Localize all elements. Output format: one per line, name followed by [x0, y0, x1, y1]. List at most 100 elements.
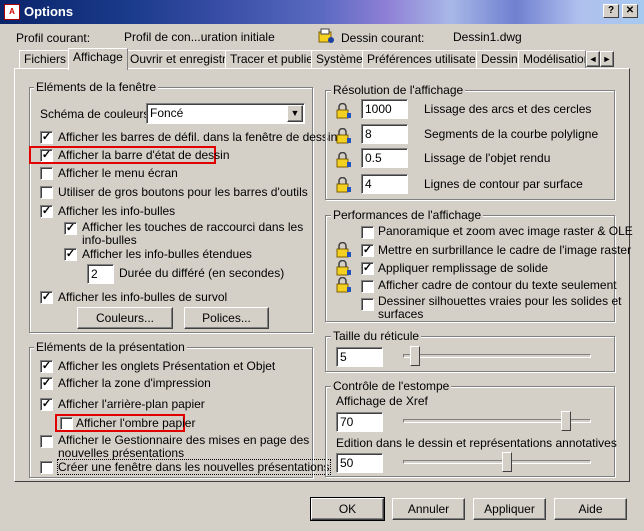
- window-title: Options: [24, 4, 74, 19]
- create-viewport-label: Créer une fenêtre dans les nouvelles pré…: [57, 459, 331, 475]
- color-scheme-label: Schéma de couleurs:: [40, 107, 153, 121]
- tab-tracer-publier[interactable]: Tracer et publier: [225, 50, 322, 68]
- lock-icon: [336, 242, 351, 258]
- layout-tabs-checkbox[interactable]: ✓: [40, 360, 53, 373]
- crosshair-title: Taille du réticule: [331, 329, 422, 343]
- inplace-fade-label: Edition dans le dessin et représentation…: [336, 436, 617, 450]
- scrollbars-checkbox[interactable]: ✓: [40, 131, 53, 144]
- lock-icon: [336, 260, 351, 276]
- screen-menu-checkbox[interactable]: [40, 167, 53, 180]
- large-buttons-label: Utiliser de gros boutons pour les barres…: [58, 185, 308, 199]
- drawing-value: Dessin1.dwg: [453, 30, 522, 44]
- extended-tooltips-label: Afficher les info-bulles étendues: [82, 247, 252, 261]
- arc-smoothness-label: Lissage des arcs et des cercles: [424, 102, 592, 116]
- tab-systeme[interactable]: Système: [311, 50, 368, 68]
- cancel-button[interactable]: Annuler: [392, 498, 465, 520]
- rollover-checkbox[interactable]: ✓: [40, 291, 53, 304]
- delay-input[interactable]: 2: [87, 264, 114, 284]
- title-bar: A Options ? ✕: [0, 0, 644, 24]
- polyline-segments-input[interactable]: 8: [361, 124, 408, 144]
- shortcut-keys-checkbox[interactable]: ✓: [64, 222, 77, 235]
- window-elements-title: Eléments de la fenêtre: [34, 80, 159, 94]
- chevron-down-icon[interactable]: ▼: [287, 105, 303, 122]
- paper-shadow-label: Afficher l'ombre papier: [76, 416, 196, 430]
- help-button[interactable]: Aide: [554, 498, 627, 520]
- profile-value: Profil de con...uration initiale: [124, 30, 275, 44]
- inplace-fade-input[interactable]: 50: [336, 453, 383, 473]
- silhouettes-label: Dessiner silhouettes vraies pour les sol…: [378, 294, 622, 308]
- highlight-raster-frame-checkbox[interactable]: ✓: [361, 244, 374, 257]
- help-title-button[interactable]: ?: [603, 4, 619, 18]
- solid-fill-label: Appliquer remplissage de solide: [378, 261, 549, 275]
- xref-fade-label: Affichage de Xref: [336, 394, 428, 408]
- tab-scroll-right[interactable]: ►: [600, 51, 614, 67]
- fade-title: Contrôle de l'estompe: [331, 379, 452, 393]
- solid-fill-checkbox[interactable]: ✓: [361, 262, 374, 275]
- delay-label: Durée du différé (en secondes): [119, 266, 285, 280]
- drawing-file-icon: [318, 28, 334, 43]
- layout-tabs-label: Afficher les onglets Présentation et Obj…: [58, 359, 276, 373]
- large-buttons-checkbox[interactable]: [40, 186, 53, 199]
- arc-smoothness-input[interactable]: 1000: [361, 99, 408, 119]
- page-setup-checkbox[interactable]: [40, 435, 53, 448]
- tab-affichage[interactable]: Affichage: [68, 48, 128, 70]
- pan-zoom-raster-checkbox[interactable]: [361, 226, 374, 239]
- profile-label: Profil courant:: [16, 31, 91, 45]
- crosshair-size-input[interactable]: 5: [336, 347, 383, 367]
- tab-dessin[interactable]: Dessin: [476, 50, 523, 68]
- scrollbars-label: Afficher les barres de défil. dans la fe…: [58, 130, 338, 144]
- lock-icon: [336, 277, 351, 293]
- crosshair-slider-thumb[interactable]: [410, 346, 421, 366]
- layout-elements-title: Eléments de la présentation: [34, 340, 187, 354]
- tab-fichiers[interactable]: Fichiers: [19, 50, 72, 68]
- contour-lines-label: Lignes de contour par surface: [424, 177, 583, 191]
- lock-icon: [336, 103, 351, 119]
- shortcut-keys-label-2: info-bulles: [82, 233, 137, 247]
- status-bar-checkbox[interactable]: ✓: [40, 149, 53, 162]
- rendered-smoothness-input[interactable]: 0.5: [361, 148, 408, 168]
- create-viewport-checkbox[interactable]: [40, 461, 53, 474]
- xref-fade-slider-thumb[interactable]: [561, 411, 572, 431]
- silhouettes-label-2: surfaces: [378, 307, 424, 321]
- paper-background-label: Afficher l'arrière-plan papier: [58, 397, 205, 411]
- close-button[interactable]: ✕: [622, 4, 638, 18]
- tooltips-label: Afficher les info-bulles: [58, 204, 176, 218]
- lock-icon: [336, 177, 351, 193]
- fonts-button[interactable]: Polices...: [184, 307, 269, 329]
- inplace-fade-slider-thumb[interactable]: [501, 452, 512, 472]
- drawing-label: Dessin courant:: [341, 31, 425, 45]
- page-setup-label: Afficher le Gestionnaire des mises en pa…: [58, 433, 310, 447]
- xref-fade-input[interactable]: 70: [336, 412, 383, 432]
- text-frame-label: Afficher cadre de contour du texte seule…: [378, 278, 617, 292]
- lock-icon: [336, 128, 351, 144]
- paper-background-checkbox[interactable]: ✓: [40, 398, 53, 411]
- tooltips-checkbox[interactable]: ✓: [40, 205, 53, 218]
- contour-lines-input[interactable]: 4: [361, 174, 408, 194]
- tab-scroll-left[interactable]: ◄: [586, 51, 600, 67]
- apply-button[interactable]: Appliquer: [473, 498, 546, 520]
- colors-button[interactable]: Couleurs...: [77, 307, 173, 329]
- rendered-smoothness-label: Lissage de l'objet rendu: [424, 151, 551, 165]
- app-icon: A: [4, 4, 20, 20]
- crosshair-slider-track[interactable]: [403, 354, 591, 358]
- color-scheme-select[interactable]: Foncé: [146, 103, 305, 124]
- polyline-segments-label: Segments de la courbe polyligne: [424, 127, 599, 141]
- lock-icon: [336, 152, 351, 168]
- page-setup-label-2: nouvelles présentations: [58, 446, 185, 460]
- tab-preferences[interactable]: Préférences utilisateur: [362, 50, 492, 68]
- inplace-fade-slider-track[interactable]: [403, 460, 591, 464]
- shortcut-keys-label: Afficher les touches de raccourci dans l…: [82, 220, 304, 234]
- print-area-checkbox[interactable]: ✓: [40, 377, 53, 390]
- silhouettes-checkbox[interactable]: [361, 298, 374, 311]
- extended-tooltips-checkbox[interactable]: ✓: [64, 248, 77, 261]
- highlight-raster-frame-label: Mettre en surbrillance le cadre de l'ima…: [378, 243, 632, 257]
- resolution-title: Résolution de l'affichage: [331, 83, 466, 97]
- color-scheme-value: Foncé: [150, 106, 184, 120]
- pan-zoom-raster-label: Panoramique et zoom avec image raster & …: [378, 224, 633, 238]
- ok-button[interactable]: OK: [310, 497, 385, 521]
- status-bar-label: Afficher la barre d'état de dessin: [58, 148, 230, 162]
- print-area-label: Afficher la zone d'impression: [58, 376, 211, 390]
- paper-shadow-checkbox[interactable]: [60, 417, 73, 430]
- text-frame-checkbox[interactable]: [361, 280, 374, 293]
- tab-modelisation[interactable]: Modélisation 3D: [518, 50, 586, 68]
